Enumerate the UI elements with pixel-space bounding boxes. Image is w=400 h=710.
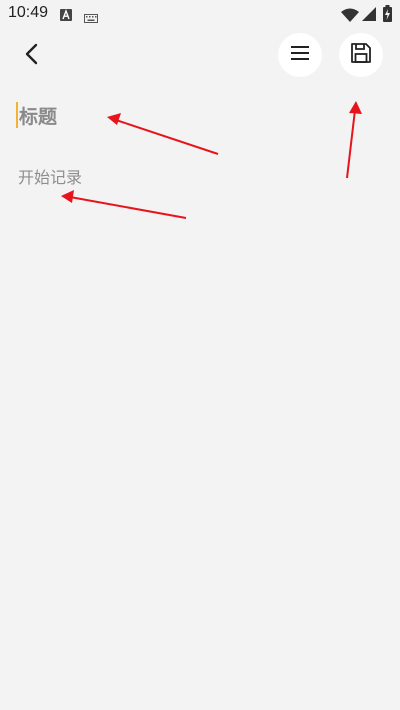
menu-button[interactable]: [278, 33, 322, 77]
status-bar: 10:49: [0, 0, 400, 28]
menu-icon: [290, 44, 310, 66]
chevron-left-icon: [24, 42, 40, 70]
battery-charging-icon: [383, 5, 392, 26]
body-input[interactable]: 开始记录: [18, 162, 378, 190]
arrow-to-body: [61, 190, 187, 219]
floppy-disk-icon: [350, 42, 372, 68]
title-placeholder: 标题: [19, 105, 58, 128]
note-editor-screen: 10:49 标题 开始记录: [0, 0, 400, 710]
text-caret: [16, 102, 18, 128]
status-time: 10:49: [8, 4, 49, 21]
body-placeholder: 开始记录: [18, 168, 83, 187]
a-badge-icon: [60, 6, 72, 25]
back-button[interactable]: [12, 36, 52, 76]
keyboard-icon: [84, 8, 98, 27]
signal-icon: [362, 6, 376, 25]
wifi-icon: [341, 7, 359, 26]
title-input[interactable]: 标题: [16, 98, 376, 132]
save-button[interactable]: [339, 33, 383, 77]
